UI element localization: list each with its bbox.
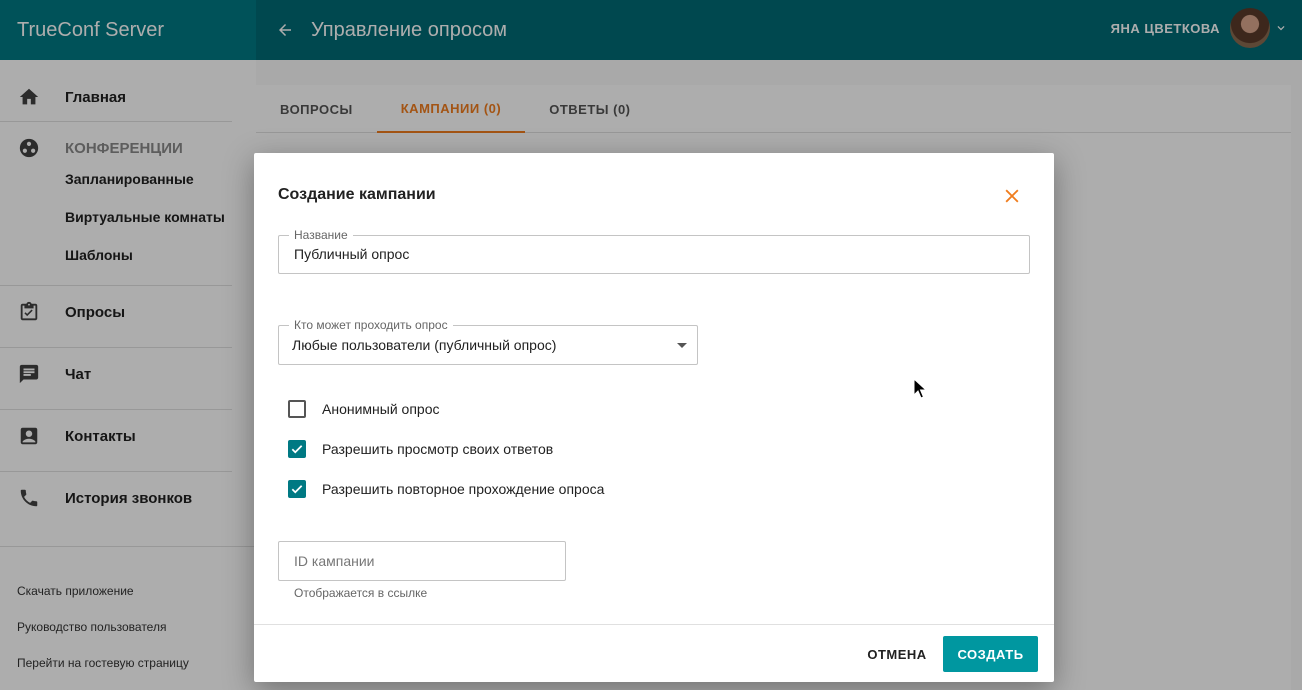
mouse-cursor-icon xyxy=(913,378,927,399)
create-campaign-dialog: Создание кампании Название Публичный опр… xyxy=(254,153,1054,682)
checkbox-label: Разрешить повторное прохождение опроса xyxy=(322,481,605,497)
campaign-id-placeholder: ID кампании xyxy=(294,553,375,569)
anonymous-checkbox[interactable] xyxy=(288,400,306,418)
dropdown-arrow-icon xyxy=(677,343,687,348)
close-icon[interactable] xyxy=(1002,186,1022,206)
field-label: Кто может проходить опрос xyxy=(289,318,453,332)
campaign-name-value: Публичный опрос xyxy=(294,246,410,262)
selected-value: Любые пользователи (публичный опрос) xyxy=(292,337,557,353)
campaign-name-field[interactable]: Название Публичный опрос xyxy=(278,228,1030,274)
dialog-title: Создание кампании xyxy=(278,186,436,203)
anonymous-checkbox-row[interactable]: Анонимный опрос xyxy=(288,400,439,418)
field-label: Название xyxy=(289,228,353,242)
check-icon xyxy=(291,485,303,494)
view-answers-checkbox-row[interactable]: Разрешить просмотр своих ответов xyxy=(288,440,553,458)
create-button[interactable]: СОЗДАТЬ xyxy=(943,636,1038,672)
campaign-id-input[interactable]: ID кампании xyxy=(278,541,566,581)
view-answers-checkbox[interactable] xyxy=(288,440,306,458)
check-icon xyxy=(291,445,303,454)
checkbox-label: Разрешить просмотр своих ответов xyxy=(322,441,554,457)
who-can-take-select[interactable]: Кто может проходить опрос Любые пользова… xyxy=(278,318,698,365)
checkbox-label: Анонимный опрос xyxy=(322,401,440,417)
cancel-button[interactable]: ОТМЕНА xyxy=(860,636,934,672)
retake-checkbox-row[interactable]: Разрешить повторное прохождение опроса xyxy=(288,480,604,498)
divider xyxy=(254,624,1054,625)
campaign-id-hint: Отображается в ссылке xyxy=(294,586,428,600)
retake-checkbox[interactable] xyxy=(288,480,306,498)
